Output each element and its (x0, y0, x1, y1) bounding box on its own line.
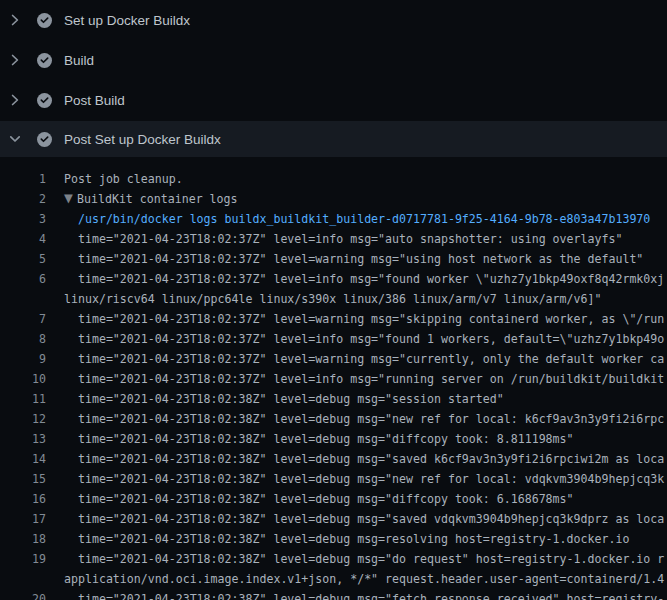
log-line-text: ▼BuildKit container logs (64, 189, 238, 209)
log-line: 12 time="2021-04-23T18:02:38Z" level=deb… (0, 409, 667, 429)
log-line: 9 time="2021-04-23T18:02:37Z" level=warn… (0, 349, 667, 369)
log-area: 1 Post job cleanup. 2 ▼BuildKit container l… (0, 160, 667, 600)
log-line: 11 time="2021-04-23T18:02:38Z" level=deb… (0, 389, 667, 409)
log-line-number[interactable]: 2 (0, 189, 46, 209)
log-line: 18 time="2021-04-23T18:02:38Z" level=deb… (0, 529, 667, 549)
check-circle-icon (37, 53, 52, 68)
log-line-text: time="2021-04-23T18:02:38Z" level=debug … (64, 549, 664, 569)
log-line-text: time="2021-04-23T18:02:37Z" level=info m… (64, 269, 664, 289)
log-line-number[interactable]: 15 (0, 469, 46, 489)
log-line-number[interactable]: 1 (0, 169, 46, 189)
chevron-down-icon (7, 131, 23, 147)
log-line-number[interactable]: 19 (0, 549, 46, 569)
log-line: 6 time="2021-04-23T18:02:37Z" level=info… (0, 269, 667, 289)
log-line-text: time="2021-04-23T18:02:37Z" level=warnin… (64, 249, 643, 269)
log-line-number[interactable]: 5 (0, 249, 46, 269)
log-line-number[interactable]: 9 (0, 349, 46, 369)
log-line: 7 time="2021-04-23T18:02:37Z" level=warn… (0, 309, 667, 329)
log-line-text: time="2021-04-23T18:02:37Z" level=info m… (64, 369, 664, 389)
log-line: 15 time="2021-04-23T18:02:38Z" level=deb… (0, 469, 667, 489)
log-line: 3 /usr/bin/docker logs buildx_buildkit_b… (0, 209, 667, 229)
log-group-expander-icon[interactable]: ▼ (64, 188, 77, 208)
log-line-text: time="2021-04-23T18:02:37Z" level=info m… (64, 229, 622, 249)
log-line-number (0, 289, 46, 309)
log-line-text: linux/riscv64 linux/ppc64le linux/s390x … (64, 289, 601, 309)
check-circle-icon (37, 132, 52, 147)
step-title: Post Build (64, 93, 125, 108)
log-line: application/vnd.oci.image.index.v1+json,… (0, 569, 667, 589)
log-line-number[interactable]: 4 (0, 229, 46, 249)
log-line: 4 time="2021-04-23T18:02:37Z" level=info… (0, 229, 667, 249)
log-line-number[interactable]: 16 (0, 489, 46, 509)
log-line: 14 time="2021-04-23T18:02:38Z" level=deb… (0, 449, 667, 469)
log-line: 2 ▼BuildKit container logs (0, 189, 667, 209)
log-line-text: time="2021-04-23T18:02:38Z" level=debug … (64, 389, 504, 409)
step-header-post-build[interactable]: Post Build (0, 80, 667, 120)
log-line: linux/riscv64 linux/ppc64le linux/s390x … (0, 289, 667, 309)
log-line-text: time="2021-04-23T18:02:38Z" level=debug … (64, 449, 664, 469)
log-line: 17 time="2021-04-23T18:02:38Z" level=deb… (0, 509, 667, 529)
log-line-text: time="2021-04-23T18:02:38Z" level=debug … (64, 429, 574, 449)
chevron-right-icon (7, 52, 23, 68)
log-line-text: time="2021-04-23T18:02:38Z" level=debug … (64, 409, 664, 429)
log-line-text: time="2021-04-23T18:02:38Z" level=debug … (64, 509, 664, 529)
step-header-post-set-up-docker-buildx[interactable]: Post Set up Docker Buildx (0, 121, 667, 157)
log-line-text: time="2021-04-23T18:02:38Z" level=debug … (64, 489, 574, 509)
check-circle-icon (37, 93, 52, 108)
log-line-number[interactable]: 6 (0, 269, 46, 289)
log-line: 5 time="2021-04-23T18:02:37Z" level=warn… (0, 249, 667, 269)
log-line: 19 time="2021-04-23T18:02:38Z" level=deb… (0, 549, 667, 569)
log-line-number[interactable]: 14 (0, 449, 46, 469)
log-line-number[interactable]: 8 (0, 329, 46, 349)
log-line-number[interactable]: 20 (0, 589, 46, 600)
log-line-text: time="2021-04-23T18:02:38Z" level=debug … (64, 589, 664, 600)
step-header-build[interactable]: Build (0, 40, 667, 80)
log-line-text: time="2021-04-23T18:02:38Z" level=debug … (64, 469, 664, 489)
log-line-text: time="2021-04-23T18:02:37Z" level=warnin… (64, 349, 664, 369)
log-line-number[interactable]: 18 (0, 529, 46, 549)
step-header-set-up-docker-buildx[interactable]: Set up Docker Buildx (0, 0, 667, 40)
log-line-number[interactable]: 10 (0, 369, 46, 389)
log-line-number[interactable]: 17 (0, 509, 46, 529)
log-line-text: application/vnd.oci.image.index.v1+json,… (64, 569, 664, 589)
log-command-text: /usr/bin/docker logs buildx_buildkit_bui… (64, 209, 650, 229)
step-title: Post Set up Docker Buildx (64, 132, 221, 147)
log-line-text: time="2021-04-23T18:02:38Z" level=debug … (64, 529, 629, 549)
log-line-number[interactable]: 12 (0, 409, 46, 429)
log-line: 13 time="2021-04-23T18:02:38Z" level=deb… (0, 429, 667, 449)
log-line-text: Post job cleanup. (64, 169, 183, 189)
check-circle-icon (37, 13, 52, 28)
log-line-number[interactable]: 3 (0, 209, 46, 229)
step-title: Set up Docker Buildx (64, 13, 190, 28)
step-title: Build (64, 53, 94, 68)
log-line-number[interactable]: 11 (0, 389, 46, 409)
log-line-number[interactable]: 7 (0, 309, 46, 329)
log-line: 10 time="2021-04-23T18:02:37Z" level=inf… (0, 369, 667, 389)
log-line-text: time="2021-04-23T18:02:37Z" level=info m… (64, 329, 664, 349)
log-line: 16 time="2021-04-23T18:02:38Z" level=deb… (0, 489, 667, 509)
log-line: 1 Post job cleanup. (0, 169, 667, 189)
log-line-text: time="2021-04-23T18:02:37Z" level=warnin… (64, 309, 664, 329)
steps-list: Set up Docker Buildx Build Post Build Post … (0, 0, 667, 157)
log-line: 8 time="2021-04-23T18:02:37Z" level=info… (0, 329, 667, 349)
log-line: 20 time="2021-04-23T18:02:38Z" level=deb… (0, 589, 667, 600)
log-line-number (0, 569, 46, 589)
chevron-right-icon (7, 12, 23, 28)
chevron-right-icon (7, 92, 23, 108)
log-line-number[interactable]: 13 (0, 429, 46, 449)
